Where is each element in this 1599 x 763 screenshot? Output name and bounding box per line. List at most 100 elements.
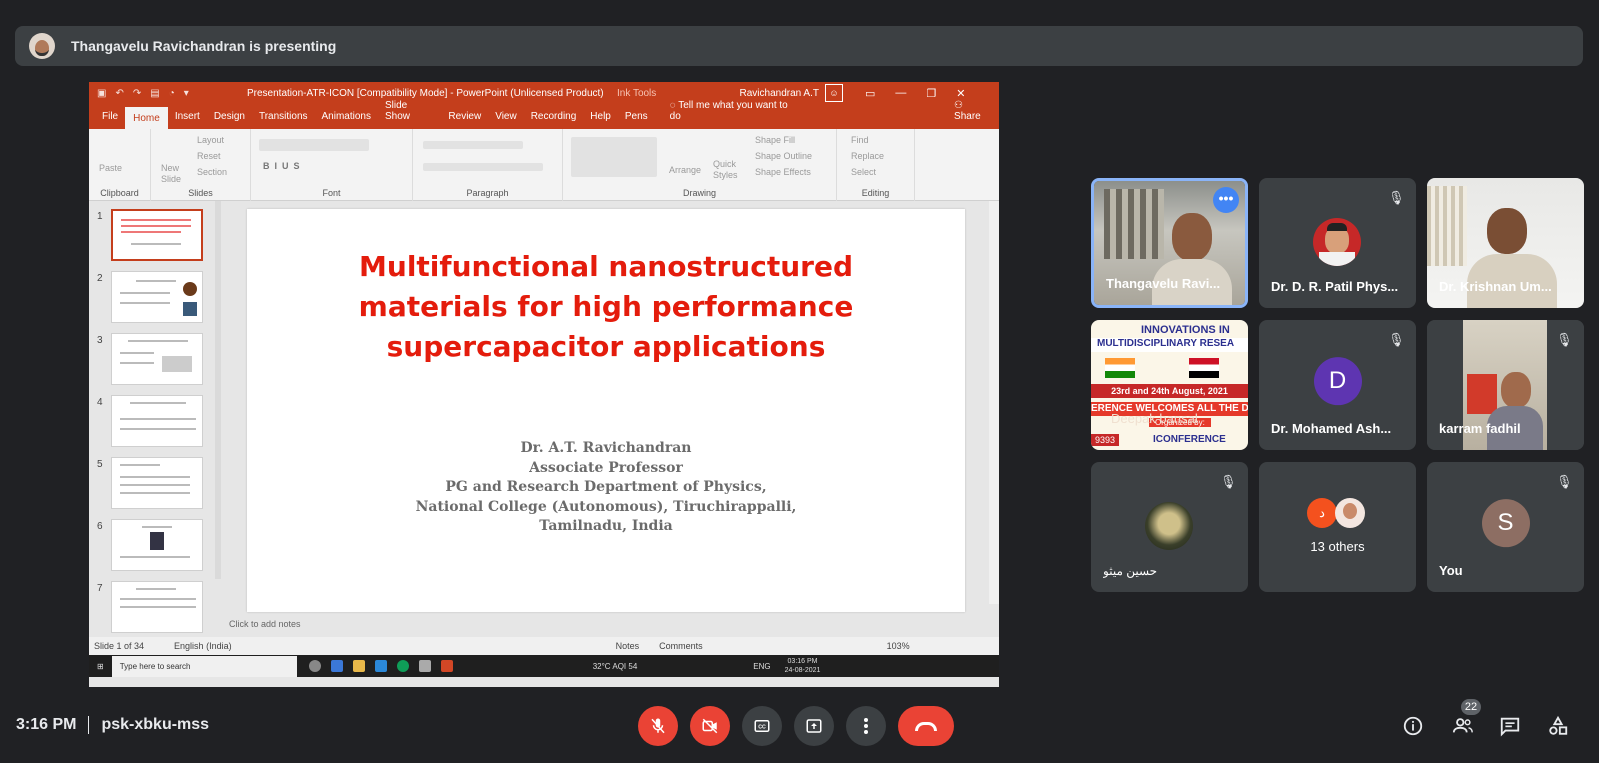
restore-icon: ❐ [926, 87, 937, 100]
slide-thumb-4 [111, 395, 203, 447]
notes-toggle: Notes [615, 641, 640, 651]
activities-button[interactable] [1545, 713, 1571, 739]
share-button: ⚇ Share [954, 100, 981, 122]
slide-thumb-7 [111, 581, 203, 633]
minimize-icon: — [895, 86, 907, 99]
lightbulb-icon: ◌ [669, 100, 676, 111]
presenter-avatar [29, 33, 55, 59]
participant-tile[interactable]: S 🎙 You [1427, 462, 1584, 592]
ribbon-display-icon: ▭ [865, 87, 876, 100]
more-icon [864, 718, 868, 734]
taskbar-apps [308, 660, 453, 672]
mic-off-icon: 🎙 [1220, 474, 1237, 489]
slide-thumb-3 [111, 333, 203, 385]
camera-off-icon [702, 718, 718, 734]
ribbon-group-font: B I U S Font [251, 129, 413, 201]
clock: 3:16 PM [16, 716, 77, 733]
quick-access-toolbar: ▣ ↶ ↷ ▤ ◔ ▾ [97, 87, 189, 99]
ribbon-tab-insert: Insert [174, 111, 200, 122]
participant-tile[interactable]: 🎙 karram fadhil [1427, 320, 1584, 450]
participant-avatar: S [1481, 499, 1530, 548]
taskbar-search: Type here to search [111, 655, 297, 677]
ribbon-group-editing: Find Replace Select Editing [837, 129, 915, 201]
slide-scrollbar [989, 201, 999, 604]
captions-icon: CC [754, 720, 770, 732]
meeting-info-button[interactable] [1400, 713, 1426, 739]
mic-off-icon: 🎙 [1388, 190, 1405, 205]
user-icon: ☺ [825, 84, 843, 102]
ribbon-tab-home: Home [125, 107, 168, 129]
language: English (India) [174, 641, 232, 651]
ribbon-group-drawing: Arrange Quick Styles Shape Fill Shape Ou… [563, 129, 837, 201]
participant-tile[interactable]: D 🎙 Dr. Mohamed Ash... [1259, 320, 1416, 450]
meeting-details: 3:16 PM psk-xbku-mss [16, 716, 209, 734]
tell-me-search: ◌ Tell me what you want to do [669, 100, 788, 122]
end-call-button[interactable] [898, 706, 954, 746]
more-options-button[interactable] [846, 706, 886, 746]
participant-tile[interactable]: ••• Thangavelu Ravi... [1091, 178, 1248, 308]
window-controls: ▭ — ❐ ✕ [865, 87, 966, 100]
participant-name: Dr. Krishnan Um... [1439, 279, 1552, 294]
ribbon-tab-design: Design [213, 111, 245, 122]
activities-icon [1549, 715, 1568, 735]
thumbnail-scrollbar [215, 201, 221, 579]
participant-tile[interactable]: 🎙 Dr. D. R. Patil Phys... [1259, 178, 1416, 308]
person-icon: ⚇ [954, 100, 963, 111]
others-avatar-2 [1335, 498, 1365, 528]
ribbon-group-slides: New Slide Layout Reset Section Slides [151, 129, 251, 201]
ribbon-tab-file: File [102, 111, 119, 122]
captions-button[interactable]: CC [742, 706, 782, 746]
mic-off-icon: 🎙 [1556, 474, 1573, 489]
ribbon-tab-review: Review [448, 111, 482, 122]
slide-thumb-1 [111, 209, 203, 261]
participant-avatar [1313, 218, 1361, 266]
slide-thumb-2 [111, 271, 203, 323]
slide-thumb-5 [111, 457, 203, 509]
ribbon-group-clipboard: Paste Clipboard [89, 129, 151, 201]
mic-off-icon: 🎙 [1388, 332, 1405, 347]
people-button[interactable] [1450, 713, 1476, 739]
present-button[interactable] [794, 706, 834, 746]
ppt-status-bar: Slide 1 of 34 English (India) Notes Comm… [89, 637, 999, 655]
presenting-text: Thangavelu Ravichandran is presenting [71, 38, 337, 54]
ribbon-tab-slide-show: Slide Show [384, 100, 410, 122]
ink-tools-label: Ink Tools [617, 87, 657, 99]
ppt-workspace: 1 2 3 4 5 6 7 Multifunctional nanostruct… [89, 201, 999, 633]
people-count-badge: 22 [1461, 699, 1481, 715]
chat-button[interactable] [1497, 713, 1523, 739]
weather: 32°C AQI 54 [592, 661, 638, 671]
camera-off-button[interactable] [690, 706, 730, 746]
ribbon-tab-recording: Recording [530, 111, 577, 122]
ribbon-tab-animations: Animations [321, 111, 371, 122]
mic-off-button[interactable] [638, 706, 678, 746]
slide-thumbnails: 1 2 3 4 5 6 7 [89, 201, 221, 633]
presenting-banner: Thangavelu Ravichandran is presenting [15, 26, 1583, 66]
others-avatar-1: د [1307, 498, 1337, 528]
ribbon-tab-view: View [495, 111, 517, 122]
people-icon [1452, 718, 1473, 733]
ribbon-tab-help: Help [590, 111, 611, 122]
end-call-icon [915, 721, 937, 731]
ppt-title-bar: ▣ ↶ ↷ ▤ ◔ ▾ Presentation-ATR-ICON [Compatibil… [89, 82, 999, 104]
zoom-level: 103% [886, 641, 910, 651]
taskbar-clock: 03:16 PM 24-08-2021 [784, 658, 821, 674]
ribbon-group-paragraph: Paragraph [413, 129, 563, 201]
meeting-code: psk-xbku-mss [101, 716, 210, 733]
info-icon [1403, 716, 1423, 736]
participant-name: Thangavelu Ravi... [1106, 276, 1221, 291]
others-count: 13 others [1310, 539, 1365, 554]
shared-screen: ▣ ↶ ↷ ▤ ◔ ▾ Presentation-ATR-ICON [Compatibil… [89, 82, 999, 687]
participant-tile[interactable]: Dr. Krishnan Um... [1427, 178, 1584, 308]
more-options-icon[interactable]: ••• [1213, 187, 1239, 213]
slide-thumb-6 [111, 519, 203, 571]
windows-taskbar: ⊞ Type here to search 32°C AQI 54 ENG 03… [89, 655, 999, 677]
participant-tile[interactable]: INNOVATIONS IN MULTIDISCIPLINARY RESEA 2… [1091, 320, 1248, 450]
participant-name: حسين ميثو [1103, 564, 1158, 578]
participant-tile[interactable]: د 13 others [1259, 462, 1416, 592]
ppt-user-name: Ravichandran A.T [739, 87, 820, 99]
participant-name: karram fadhil [1439, 421, 1521, 436]
window-title: Presentation-ATR-ICON [Compatibility Mod… [247, 87, 604, 99]
participant-tile[interactable]: 🎙 حسين ميثو [1091, 462, 1248, 592]
slide-title: Multifunctional nanostructured materials… [358, 250, 854, 363]
participant-avatar [1145, 502, 1193, 550]
